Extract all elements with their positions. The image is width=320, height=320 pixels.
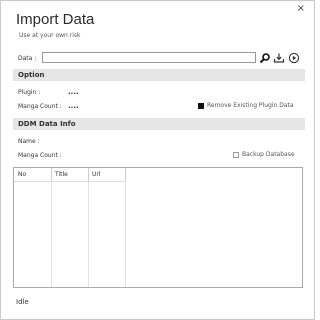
backup-database-checkbox[interactable]: Backup Database	[233, 151, 295, 158]
grid-line	[88, 181, 89, 287]
option-header-label: Option	[18, 71, 45, 79]
grid-line	[51, 181, 52, 287]
remove-checkbox-label: Remove Existing Plugin Data	[207, 102, 294, 109]
column-header-title[interactable]: Title	[51, 168, 88, 181]
import-data-window: × Import Data Use at your own risk Data …	[0, 0, 315, 320]
search-icon[interactable]	[259, 52, 271, 64]
header-divider	[14, 181, 126, 182]
plugin-label: Plugin :	[18, 89, 41, 96]
plugin-value: ....	[68, 88, 79, 96]
remove-checkbox-box[interactable]	[198, 102, 204, 109]
option-section-header: Option	[13, 69, 305, 81]
window-title: Import Data	[16, 11, 95, 28]
column-header-no[interactable]: No	[14, 168, 51, 181]
column-separator	[125, 168, 126, 181]
manga-count-label: Manga Count :	[18, 103, 62, 110]
data-label: Data :	[18, 55, 37, 62]
play-icon[interactable]	[288, 52, 300, 64]
ddm-header-label: DDM Data Info	[18, 120, 76, 128]
ddm-name-label: Name :	[18, 138, 40, 145]
window-subtitle: Use at your own risk	[19, 32, 81, 39]
backup-checkbox-box[interactable]	[233, 151, 239, 158]
grid-line	[125, 181, 126, 287]
close-button[interactable]: ×	[297, 4, 305, 14]
results-table[interactable]: No Title Url	[13, 167, 303, 288]
remove-existing-plugin-data-checkbox[interactable]: Remove Existing Plugin Data	[198, 102, 294, 109]
table-header: No Title Url	[14, 168, 302, 181]
ddm-manga-count-label: Manga Count :	[18, 152, 62, 159]
column-header-url[interactable]: Url	[88, 168, 125, 181]
ddm-section-header: DDM Data Info	[13, 118, 305, 130]
backup-checkbox-label: Backup Database	[242, 151, 295, 158]
download-icon[interactable]	[273, 52, 285, 64]
data-path-input[interactable]	[42, 52, 256, 63]
manga-count-value: ....	[68, 102, 79, 110]
status-text: Idle	[16, 298, 29, 306]
